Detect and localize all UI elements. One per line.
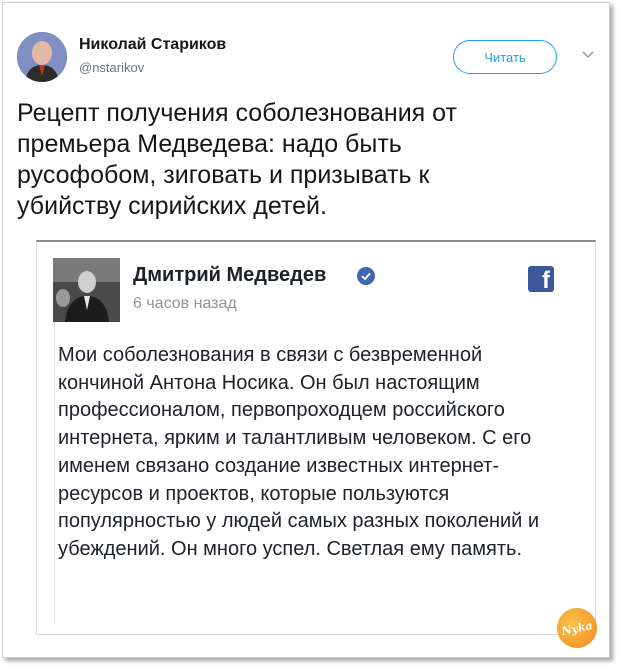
author-handle[interactable]: @nstarikov xyxy=(79,60,144,75)
chevron-down-icon[interactable] xyxy=(580,46,596,62)
embedded-post-time: 6 часов назад xyxy=(133,295,237,312)
avatar-portrait xyxy=(17,32,67,82)
facebook-icon: f xyxy=(528,266,554,292)
tweet-text: Рецепт получения соболезнования от премь… xyxy=(17,99,457,220)
embedded-post-text: Мои соболезнования в связи с безвременно… xyxy=(58,344,540,560)
author-name[interactable]: Николай Стариков xyxy=(79,36,226,54)
follow-button[interactable]: Читать xyxy=(453,40,557,74)
follow-button-label: Читать xyxy=(484,49,526,65)
embedded-author-name: Дмитрий Медведев xyxy=(133,264,327,286)
embedded-author-photo xyxy=(53,258,120,322)
author-photo-image xyxy=(53,258,120,322)
verified-icon xyxy=(357,267,375,285)
author-avatar[interactable] xyxy=(17,32,67,82)
watermark-label: Nyka xyxy=(560,618,594,638)
